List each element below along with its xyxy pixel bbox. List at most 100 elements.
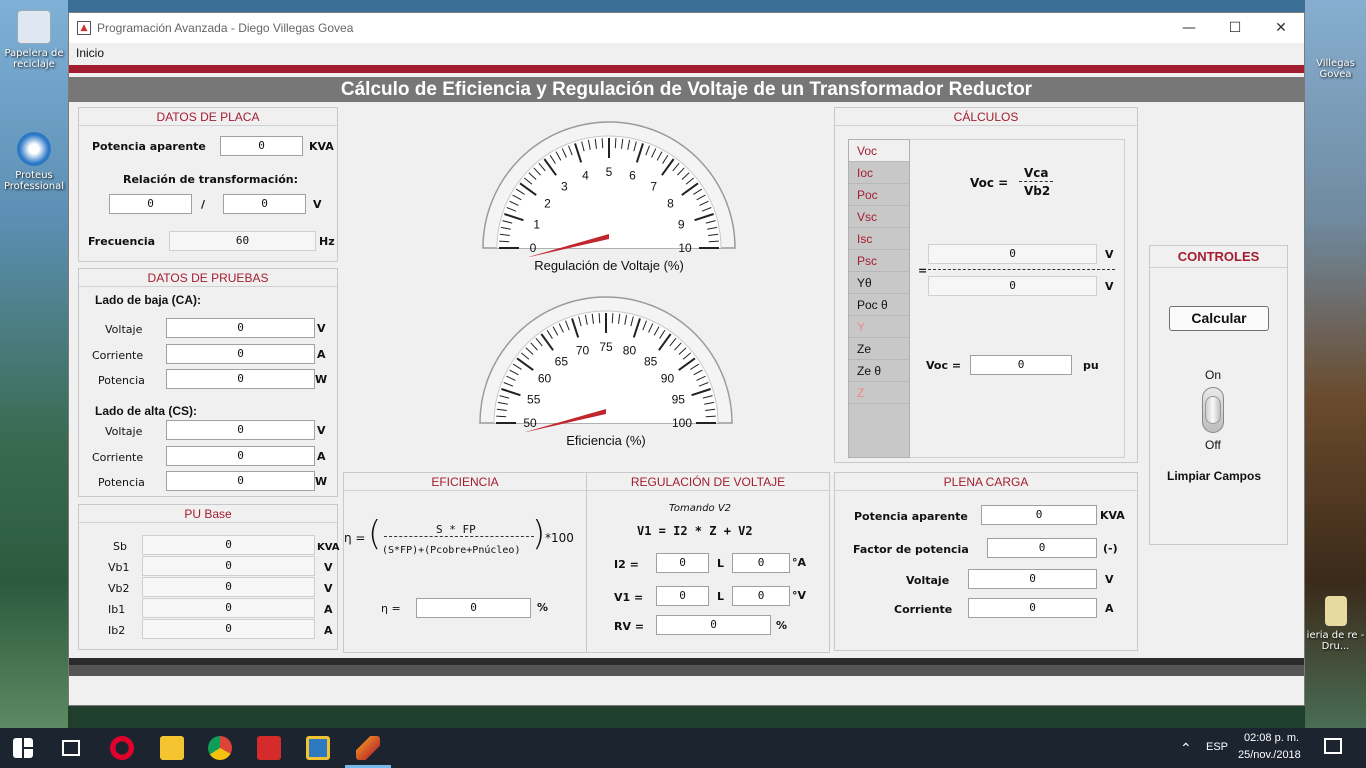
desktop-icon-file[interactable]: ieria de re - Dru...	[1305, 596, 1366, 652]
plena-voltaje-field[interactable]: 0	[968, 569, 1097, 589]
relacion-secondary-input[interactable]: 0	[223, 194, 306, 214]
calc-pu-label: Voc =	[926, 359, 962, 372]
clock-time[interactable]: 02:08 p. m.	[1244, 732, 1299, 744]
recycle-bin-icon	[17, 10, 51, 44]
switch-off-label: Off	[1205, 438, 1221, 452]
eta-unit: %	[537, 601, 549, 614]
desktop-icon-proteus[interactable]: Proteus Professional	[0, 132, 68, 192]
calcular-button[interactable]: Calcular	[1169, 306, 1269, 331]
eta-result-field[interactable]: 0	[416, 598, 531, 618]
pu-unit: A	[324, 603, 333, 616]
chevron-up-icon[interactable]: ⌃	[1180, 740, 1192, 757]
list-item-ze-theta[interactable]: Ze θ	[849, 360, 909, 382]
pu-ib2-field[interactable]: 0	[142, 619, 315, 639]
list-item-ytheta[interactable]: Yθ	[849, 272, 909, 294]
field-unit: V	[317, 424, 326, 437]
limpiar-campos-label: Limpiar Campos	[1167, 469, 1262, 483]
fraction-line	[384, 536, 534, 537]
language-indicator[interactable]: ESP	[1206, 741, 1228, 753]
matlab-icon[interactable]	[356, 736, 380, 760]
menu-inicio[interactable]: Inicio	[76, 46, 104, 60]
calc-num-unit: V	[1105, 248, 1114, 261]
potencia-input[interactable]: 0	[220, 136, 303, 156]
plena-potencia-field[interactable]: 0	[981, 505, 1097, 525]
notifications-icon[interactable]	[1324, 738, 1342, 754]
frecuencia-unit: Hz	[319, 235, 335, 248]
plena-fp-field[interactable]: 0	[987, 538, 1097, 558]
plena-label: Factor de potencia	[853, 543, 969, 556]
pu-ib1-field[interactable]: 0	[142, 598, 315, 618]
list-item-poc[interactable]: Poc	[849, 184, 909, 206]
field-label: Potencia	[98, 374, 145, 387]
plena-unit: KVA	[1100, 509, 1125, 522]
desktop-right: Villegas Govea ieria de re - Dru...	[1305, 0, 1366, 728]
file-explorer-icon[interactable]	[160, 736, 184, 760]
list-item-isc[interactable]: Isc	[849, 228, 909, 250]
panel-title: PLENA CARGA	[835, 473, 1137, 491]
calc-numerator-field[interactable]: 0	[928, 244, 1097, 264]
clock-date[interactable]: 25/nov./2018	[1238, 749, 1301, 761]
i2-magnitude-field[interactable]: 0	[656, 553, 709, 573]
on-off-switch[interactable]	[1202, 387, 1224, 433]
chrome-icon[interactable]	[208, 736, 232, 760]
plena-corriente-field[interactable]: 0	[968, 598, 1097, 618]
left-paren: (	[368, 514, 382, 554]
baja-potencia-input[interactable]: 0	[166, 369, 315, 389]
app-icon-blue[interactable]	[306, 736, 330, 760]
desktop-icon-folder[interactable]: Villegas Govea	[1305, 58, 1366, 80]
list-item-poc-theta[interactable]: Poc θ	[849, 294, 909, 316]
alta-potencia-input[interactable]: 0	[166, 471, 315, 491]
pu-vb2-field[interactable]: 0	[142, 577, 315, 597]
field-label: Voltaje	[105, 323, 143, 336]
gauge-regulacion-caption: Regulación de Voltaje (%)	[534, 258, 684, 273]
calculos-list[interactable]: Voc Ioc Poc Vsc Isc Psc Yθ Poc θ Y Ze Ze…	[848, 139, 910, 458]
panel-datos-placa: DATOS DE PLACA Potencia aparente 0 KVA R…	[78, 107, 338, 262]
list-item-vsc[interactable]: Vsc	[849, 206, 909, 228]
switch-knob[interactable]	[1205, 396, 1221, 424]
desktop-icon-recycle-bin[interactable]: Papelera de reciclaje	[0, 10, 68, 70]
v1-magnitude-field[interactable]: 0	[656, 586, 709, 606]
i2-angle-field[interactable]: 0	[732, 553, 790, 573]
list-item-ze[interactable]: Ze	[849, 338, 909, 360]
pu-sb-field[interactable]: 0	[142, 535, 315, 555]
minimize-button[interactable]: —	[1166, 13, 1212, 43]
frecuencia-input[interactable]: 60	[169, 231, 316, 251]
list-item-ioc[interactable]: Ioc	[849, 162, 909, 184]
eficiencia-numerator: S * FP	[436, 523, 476, 536]
calc-pu-field[interactable]: 0	[970, 355, 1072, 375]
gauge-tick-label: 80	[623, 344, 637, 358]
opera-icon[interactable]	[110, 736, 134, 760]
list-item-y[interactable]: Y	[849, 316, 909, 338]
close-button[interactable]: ✕	[1258, 13, 1304, 43]
list-item-psc[interactable]: Psc	[849, 250, 909, 272]
relacion-primary-input[interactable]: 0	[109, 194, 192, 214]
pu-vb1-field[interactable]: 0	[142, 556, 315, 576]
gauge-tick-label: 95	[672, 393, 686, 407]
calc-fraction-line	[1019, 181, 1053, 182]
v1-label: V1 =	[614, 591, 644, 604]
list-item-z[interactable]: Z	[849, 382, 909, 404]
pu-unit: KVA	[317, 542, 340, 553]
alta-corriente-input[interactable]: 0	[166, 446, 315, 466]
plena-label: Corriente	[894, 603, 953, 616]
app-icon-red[interactable]	[257, 736, 281, 760]
baja-voltaje-input[interactable]: 0	[166, 318, 315, 338]
gauge-tick-label: 3	[561, 180, 568, 194]
baja-corriente-input[interactable]: 0	[166, 344, 315, 364]
list-item-voc[interactable]: Voc	[849, 140, 909, 162]
windows-start-icon[interactable]	[13, 738, 33, 758]
task-view-icon[interactable]	[62, 740, 80, 756]
calc-denominator-field[interactable]: 0	[928, 276, 1097, 296]
bottom-band	[69, 658, 1304, 676]
field-unit: W	[315, 475, 328, 488]
panel-title: PU Base	[79, 505, 337, 523]
v1-angle-field[interactable]: 0	[732, 586, 790, 606]
window-title: Programación Avanzada - Diego Villegas G…	[97, 21, 354, 35]
pu-unit: V	[324, 561, 333, 574]
eta-symbol: η =	[344, 531, 366, 545]
title-bar: ▲ Programación Avanzada - Diego Villegas…	[69, 13, 1304, 43]
rv-field[interactable]: 0	[656, 615, 771, 635]
calc-pu-unit: pu	[1083, 359, 1099, 372]
maximize-button[interactable]: ☐	[1212, 13, 1258, 43]
alta-voltaje-input[interactable]: 0	[166, 420, 315, 440]
